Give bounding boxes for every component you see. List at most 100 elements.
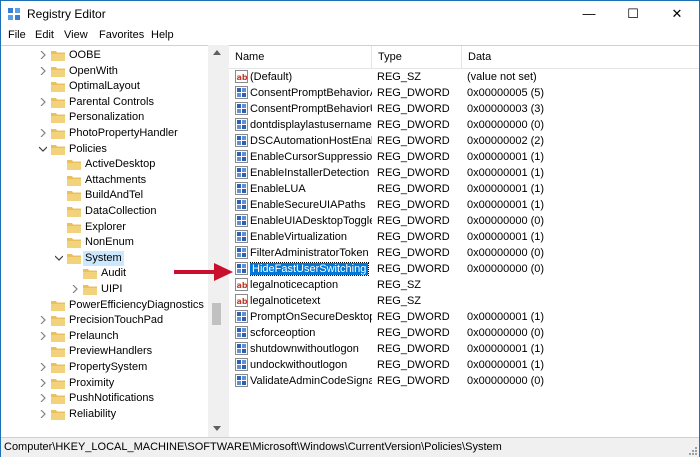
value-row[interactable]: ValidateAdminCodeSignatures REG_DWORD 0x00… — [229, 373, 699, 389]
menu-file[interactable]: File — [8, 29, 26, 41]
chevron-right-icon[interactable] — [39, 316, 47, 325]
column-header-name[interactable]: Name — [229, 46, 373, 68]
main-content: OOBE OpenWith OptimalLayout Parental Contro… — [1, 45, 699, 438]
chevron-right-icon[interactable] — [71, 285, 79, 293]
dword-value-icon — [235, 326, 248, 339]
string-value-icon: ab — [235, 294, 248, 307]
menu-view[interactable]: View — [64, 29, 88, 41]
value-row[interactable]: ConsentPromptBehaviorUser REG_DWORD 0x0000… — [229, 101, 699, 117]
tree-item-label: Prelaunch — [69, 329, 119, 342]
maximize-button[interactable]: ☐ — [611, 1, 655, 27]
value-name: ConsentPromptBehaviorAdmin — [250, 87, 372, 99]
minimize-button[interactable]: — — [567, 1, 611, 27]
window-title: Registry Editor — [27, 7, 106, 21]
folder-icon — [51, 113, 65, 124]
value-data: 0x00000005 (5) — [467, 87, 545, 99]
value-row[interactable]: ab legalnoticetext REG_SZ — [229, 293, 699, 309]
value-row[interactable]: ab (Default) REG_SZ (value not set) — [229, 69, 699, 85]
chevron-right-icon[interactable] — [39, 66, 47, 75]
value-name: EnableUIADesktopToggle — [250, 215, 372, 227]
tree-item-label: UIPI — [101, 283, 123, 295]
menu-favorites[interactable]: Favorites — [99, 29, 144, 41]
value-data: 0x00000001 (1) — [467, 167, 545, 179]
value-data: 0x00000000 (0) — [467, 375, 545, 387]
value-row[interactable]: EnableLUA REG_DWORD 0x00000001 (1) — [229, 181, 699, 197]
menu-help[interactable]: Help — [151, 29, 174, 41]
value-data: 0x00000002 (2) — [467, 135, 545, 147]
status-bar: Computer\HKEY_LOCAL_MACHINE\SOFTWARE\Mic… — [1, 437, 699, 457]
value-type: REG_DWORD — [377, 343, 450, 355]
close-button[interactable]: ✕ — [655, 1, 699, 27]
chevron-right-icon[interactable] — [39, 97, 47, 106]
tree-item-label: PhotoPropertyHandler — [69, 127, 178, 139]
value-data: 0x00000000 (0) — [467, 327, 545, 339]
value-data: 0x00000001 (1) — [467, 151, 545, 163]
title-bar[interactable]: Registry Editor — ☐ ✕ — [1, 1, 699, 27]
column-header-data[interactable]: Data — [462, 46, 668, 68]
folder-icon — [51, 51, 65, 61]
tree-item-label: PushNotifications — [69, 392, 154, 405]
value-row[interactable]: EnableCursorSuppression REG_DWORD 0x000000… — [229, 149, 699, 165]
chevron-right-icon[interactable] — [39, 129, 47, 137]
value-row[interactable]: dontdisplaylastusername REG_DWORD 0x000000… — [229, 117, 699, 133]
chevron-down-icon[interactable] — [39, 145, 47, 153]
dword-value-icon — [235, 86, 248, 99]
chevron-right-icon[interactable] — [39, 409, 47, 418]
value-row[interactable]: shutdownwithoutlogon REG_DWORD 0x00000001 … — [229, 341, 699, 357]
values-list-pane[interactable]: Name Type Data ab (Default) REG_SZ (value n… — [229, 45, 699, 438]
resize-grip-icon[interactable] — [687, 445, 697, 455]
dword-value-icon — [235, 102, 248, 115]
tree-item-label: PowerEfficiencyDiagnostics — [69, 298, 204, 311]
folder-icon — [51, 129, 65, 139]
scroll-up-icon[interactable] — [213, 50, 221, 55]
value-row[interactable]: ConsentPromptBehaviorAdmin REG_DWORD 0x000… — [229, 85, 699, 101]
menu-edit[interactable]: Edit — [35, 29, 54, 41]
dword-value-icon — [235, 118, 248, 131]
value-type: REG_DWORD — [377, 231, 450, 243]
value-row[interactable]: undockwithoutlogon REG_DWORD 0x00000001 (1… — [229, 357, 699, 373]
folder-icon — [51, 97, 65, 108]
value-row[interactable]: EnableUIADesktopToggle REG_DWORD 0x0000000… — [229, 213, 699, 229]
folder-icon — [51, 347, 65, 358]
value-type: REG_DWORD — [377, 151, 450, 163]
value-row[interactable]: EnableVirtualization REG_DWORD 0x00000001 … — [229, 229, 699, 245]
value-type: REG_DWORD — [377, 359, 450, 371]
scroll-down-icon[interactable] — [213, 426, 221, 431]
key-tree-pane[interactable]: OOBE OpenWith OptimalLayout Parental Contro… — [1, 45, 225, 438]
dword-value-icon — [235, 310, 248, 323]
svg-text:ab: ab — [237, 297, 248, 306]
tree-item-label: OOBE — [69, 49, 101, 61]
tree-scroll-thumb[interactable] — [212, 303, 221, 325]
value-name: EnableCursorSuppression — [250, 151, 372, 163]
list-header: Name Type Data — [229, 46, 699, 69]
value-name: PromptOnSecureDesktop — [250, 311, 372, 323]
chevron-right-icon[interactable] — [39, 394, 47, 403]
menu-bar: File Edit View Favorites Help — [1, 27, 699, 45]
chevron-right-icon[interactable] — [39, 378, 47, 387]
string-value-icon: ab — [235, 278, 248, 291]
value-type: REG_DWORD — [377, 87, 450, 99]
string-value-icon: ab — [235, 70, 248, 83]
tree-item-label: PrecisionTouchPad — [69, 314, 164, 327]
value-row[interactable]: scforceoption REG_DWORD 0x00000000 (0) — [229, 325, 699, 341]
value-row[interactable]: PromptOnSecureDesktop REG_DWORD 0x00000001… — [229, 309, 699, 325]
svg-text:ab: ab — [237, 73, 248, 82]
value-row[interactable]: FilterAdministratorToken REG_DWORD 0x00000… — [229, 245, 699, 261]
column-header-type[interactable]: Type — [372, 46, 462, 68]
tree-item-label: NonEnum — [85, 236, 134, 249]
tree-vertical-scrollbar[interactable] — [208, 45, 225, 437]
value-row[interactable]: DSCAutomationHostEnabled REG_DWORD 0x00000… — [229, 133, 699, 149]
value-data: 0x00000000 (0) — [467, 215, 545, 227]
chevron-down-icon[interactable] — [55, 254, 63, 262]
value-row[interactable]: EnableSecureUIAPaths REG_DWORD 0x00000001 … — [229, 197, 699, 213]
chevron-right-icon[interactable] — [39, 51, 47, 59]
value-row[interactable]: HideFastUserSwitching REG_DWORD 0x00000000… — [229, 261, 699, 277]
folder-icon — [51, 300, 65, 311]
dword-value-icon — [235, 182, 248, 195]
value-row[interactable]: ab legalnoticecaption REG_SZ — [229, 277, 699, 293]
value-data: 0x00000000 (0) — [467, 119, 545, 131]
value-row[interactable]: EnableInstallerDetection REG_DWORD 0x00000… — [229, 165, 699, 181]
chevron-right-icon[interactable] — [39, 331, 47, 340]
value-data: 0x00000003 (3) — [467, 103, 545, 115]
chevron-right-icon[interactable] — [39, 363, 47, 371]
